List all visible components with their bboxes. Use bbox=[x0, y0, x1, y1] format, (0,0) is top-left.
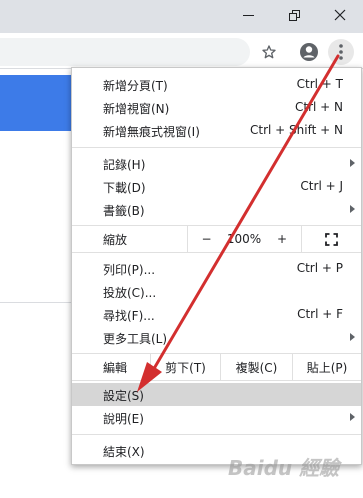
menu-item-shortcut: Ctrl + N bbox=[294, 100, 343, 114]
more-vert-icon bbox=[339, 44, 343, 60]
watermark: Baidu 經驗 bbox=[228, 456, 340, 480]
menu-item-shortcut: Ctrl + T bbox=[296, 77, 343, 91]
window-titlebar bbox=[0, 0, 363, 33]
close-button[interactable] bbox=[320, 0, 360, 30]
menu-item-label: 新增分頁(T) bbox=[103, 79, 168, 93]
menu-item-downloads[interactable]: 下載(D) Ctrl + J bbox=[72, 175, 361, 198]
menu-item-label: 投放(C)... bbox=[103, 286, 157, 300]
zoom-out-button[interactable]: − bbox=[187, 226, 225, 252]
menu-item-label: 記錄(H) bbox=[103, 158, 146, 172]
page-header-band bbox=[0, 75, 80, 131]
minimize-icon bbox=[242, 14, 254, 16]
zoom-in-button[interactable]: + bbox=[263, 226, 301, 252]
menu-row-zoom: 縮放 − 100% + bbox=[72, 226, 361, 252]
menu-item-help[interactable]: 說明(E) bbox=[72, 406, 361, 429]
chrome-main-menu: 新增分頁(T) Ctrl + T 新增視窗(N) Ctrl + N 新增無痕式視… bbox=[71, 67, 362, 465]
submenu-arrow-icon bbox=[350, 205, 355, 213]
restore-icon bbox=[288, 9, 300, 21]
menu-item-new-window[interactable]: 新增視窗(N) Ctrl + N bbox=[72, 96, 361, 119]
fullscreen-icon bbox=[325, 232, 338, 246]
menu-item-label: 更多工具(L) bbox=[103, 332, 168, 346]
browser-toolbar bbox=[0, 33, 363, 69]
menu-item-label: 列印(P)... bbox=[103, 263, 156, 277]
menu-item-label: 新增視窗(N) bbox=[103, 102, 170, 116]
profile-button[interactable] bbox=[296, 39, 322, 65]
menu-row-edit: 編輯 剪下(T) 複製(C) 貼上(P) bbox=[72, 354, 361, 380]
menu-separator bbox=[72, 147, 361, 148]
submenu-arrow-icon bbox=[350, 159, 355, 167]
menu-item-print[interactable]: 列印(P)... Ctrl + P bbox=[72, 257, 361, 280]
menu-separator bbox=[72, 252, 361, 253]
more-menu-button[interactable] bbox=[328, 39, 354, 65]
zoom-label: 縮放 bbox=[103, 232, 128, 247]
menu-separator bbox=[72, 434, 361, 435]
address-bar[interactable] bbox=[0, 38, 250, 66]
menu-item-shortcut: Ctrl + Shift + N bbox=[250, 123, 343, 137]
submenu-arrow-icon bbox=[350, 333, 355, 341]
profile-icon bbox=[300, 43, 318, 61]
cut-button[interactable]: 剪下(T) bbox=[150, 354, 220, 380]
menu-item-new-incognito[interactable]: 新增無痕式視窗(I) Ctrl + Shift + N bbox=[72, 119, 361, 142]
menu-item-find[interactable]: 尋找(F)... Ctrl + F bbox=[72, 303, 361, 326]
menu-item-settings[interactable]: 設定(S) bbox=[72, 383, 361, 406]
menu-item-label: 新增無痕式視窗(I) bbox=[103, 125, 200, 139]
close-icon bbox=[334, 9, 346, 21]
menu-item-history[interactable]: 記錄(H) bbox=[72, 152, 361, 175]
paste-button[interactable]: 貼上(P) bbox=[292, 354, 361, 380]
menu-item-label: 結束(X) bbox=[103, 445, 145, 459]
copy-button[interactable]: 複製(C) bbox=[220, 354, 292, 380]
star-icon bbox=[262, 45, 276, 59]
page-divider bbox=[0, 302, 72, 303]
bookmark-star-button[interactable] bbox=[256, 39, 282, 65]
menu-item-shortcut: Ctrl + P bbox=[296, 261, 343, 275]
menu-separator bbox=[72, 380, 361, 381]
minimize-button[interactable] bbox=[228, 0, 268, 30]
menu-item-label: 下載(D) bbox=[103, 181, 146, 195]
menu-item-shortcut: Ctrl + J bbox=[300, 179, 343, 193]
menu-item-more-tools[interactable]: 更多工具(L) bbox=[72, 326, 361, 349]
menu-item-new-tab[interactable]: 新增分頁(T) Ctrl + T bbox=[72, 73, 361, 96]
maximize-button[interactable] bbox=[274, 0, 314, 30]
menu-item-shortcut: Ctrl + F bbox=[297, 307, 343, 321]
fullscreen-button[interactable] bbox=[301, 226, 361, 252]
submenu-arrow-icon bbox=[350, 413, 355, 421]
menu-item-cast[interactable]: 投放(C)... bbox=[72, 280, 361, 303]
menu-item-label: 尋找(F)... bbox=[103, 309, 155, 323]
zoom-level: 100% bbox=[226, 232, 262, 246]
menu-item-label: 設定(S) bbox=[103, 389, 144, 403]
menu-item-bookmarks[interactable]: 書籤(B) bbox=[72, 198, 361, 221]
menu-item-label: 書籤(B) bbox=[103, 204, 145, 218]
edit-label: 編輯 bbox=[103, 360, 128, 375]
menu-item-label: 說明(E) bbox=[103, 412, 144, 426]
